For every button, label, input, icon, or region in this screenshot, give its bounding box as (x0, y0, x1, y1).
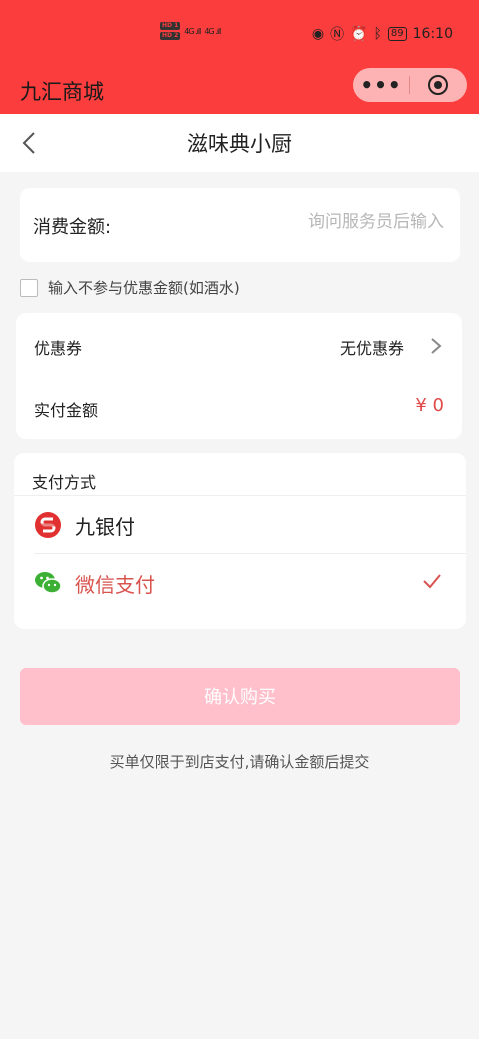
actual-amount-value: ¥ 0 (415, 395, 444, 416)
method-name: 九银付 (75, 515, 135, 539)
hd1-badge: HD 1 (160, 22, 181, 30)
method-jiuyinfu[interactable]: 九银付 (14, 497, 466, 553)
coupon-label: 优惠券 (34, 339, 83, 358)
more-button[interactable]: ••• (353, 75, 409, 95)
status-bar: HD 1 HD 2 4G .ıll 4G .ıll ◉ Ⓝ ⏰ ᛒ 89 16:… (0, 0, 479, 68)
alarm-icon: ⏰ (350, 26, 368, 42)
payment-method-title: 支付方式 (32, 473, 97, 492)
exclude-checkbox[interactable] (20, 278, 38, 297)
mini-program-nav: 九汇商城 ••• (0, 68, 479, 114)
check-icon (423, 574, 441, 589)
capsule-menu: ••• (353, 68, 467, 102)
signal-1: 4G .ıll (184, 26, 201, 36)
status-right: ◉ Ⓝ ⏰ ᛒ 89 16:10 (312, 24, 453, 44)
page-header: 滋味典小厨 (0, 114, 479, 172)
status-time: 16:10 (412, 26, 453, 42)
amount-label: 消费金额: (33, 217, 112, 238)
divider (14, 495, 466, 496)
coupon-card: 优惠券 无优惠券 实付金额 ¥ 0 (16, 313, 462, 439)
amount-card: 消费金额: (20, 188, 460, 262)
status-left: HD 1 HD 2 4G .ıll 4G .ıll (160, 22, 221, 40)
method-name: 微信支付 (75, 573, 155, 597)
payment-method-card: 支付方式 九银付 微信支付 (14, 453, 466, 629)
hd2-badge: HD 2 (160, 32, 181, 40)
amount-input[interactable] (242, 211, 446, 233)
exclude-label: 输入不参与优惠金额(如酒水) (48, 279, 240, 297)
actual-amount-label: 实付金额 (34, 401, 99, 420)
jiuyinfu-logo-icon (35, 512, 61, 538)
confirm-purchase-button[interactable]: 确认购买 (20, 668, 460, 725)
footnote: 买单仅限于到店支付,请确认金额后提交 (109, 753, 370, 771)
actual-amount-row: 实付金额 ¥ 0 (16, 377, 462, 437)
battery-icon: 89 (387, 27, 407, 41)
coupon-value: 无优惠券 (339, 339, 404, 358)
target-icon (428, 75, 448, 95)
nfc-icon: Ⓝ (330, 27, 345, 43)
close-button[interactable] (410, 75, 466, 95)
bluetooth-icon: ᛒ (373, 26, 382, 42)
divider (34, 553, 466, 554)
wechat-logo-icon (35, 572, 62, 594)
chevron-right-icon (431, 338, 442, 354)
eye-icon: ◉ (311, 26, 325, 42)
coupon-row[interactable]: 优惠券 无优惠券 (16, 315, 462, 375)
hd-badges: HD 1 HD 2 (160, 22, 181, 40)
exclude-discount-row[interactable]: 输入不参与优惠金额(如酒水) (20, 277, 240, 298)
method-wechat[interactable]: 微信支付 (14, 555, 466, 611)
signal-2: 4G .ıll (204, 26, 221, 36)
page-title: 滋味典小厨 (187, 132, 292, 156)
app-title: 九汇商城 (20, 80, 104, 104)
